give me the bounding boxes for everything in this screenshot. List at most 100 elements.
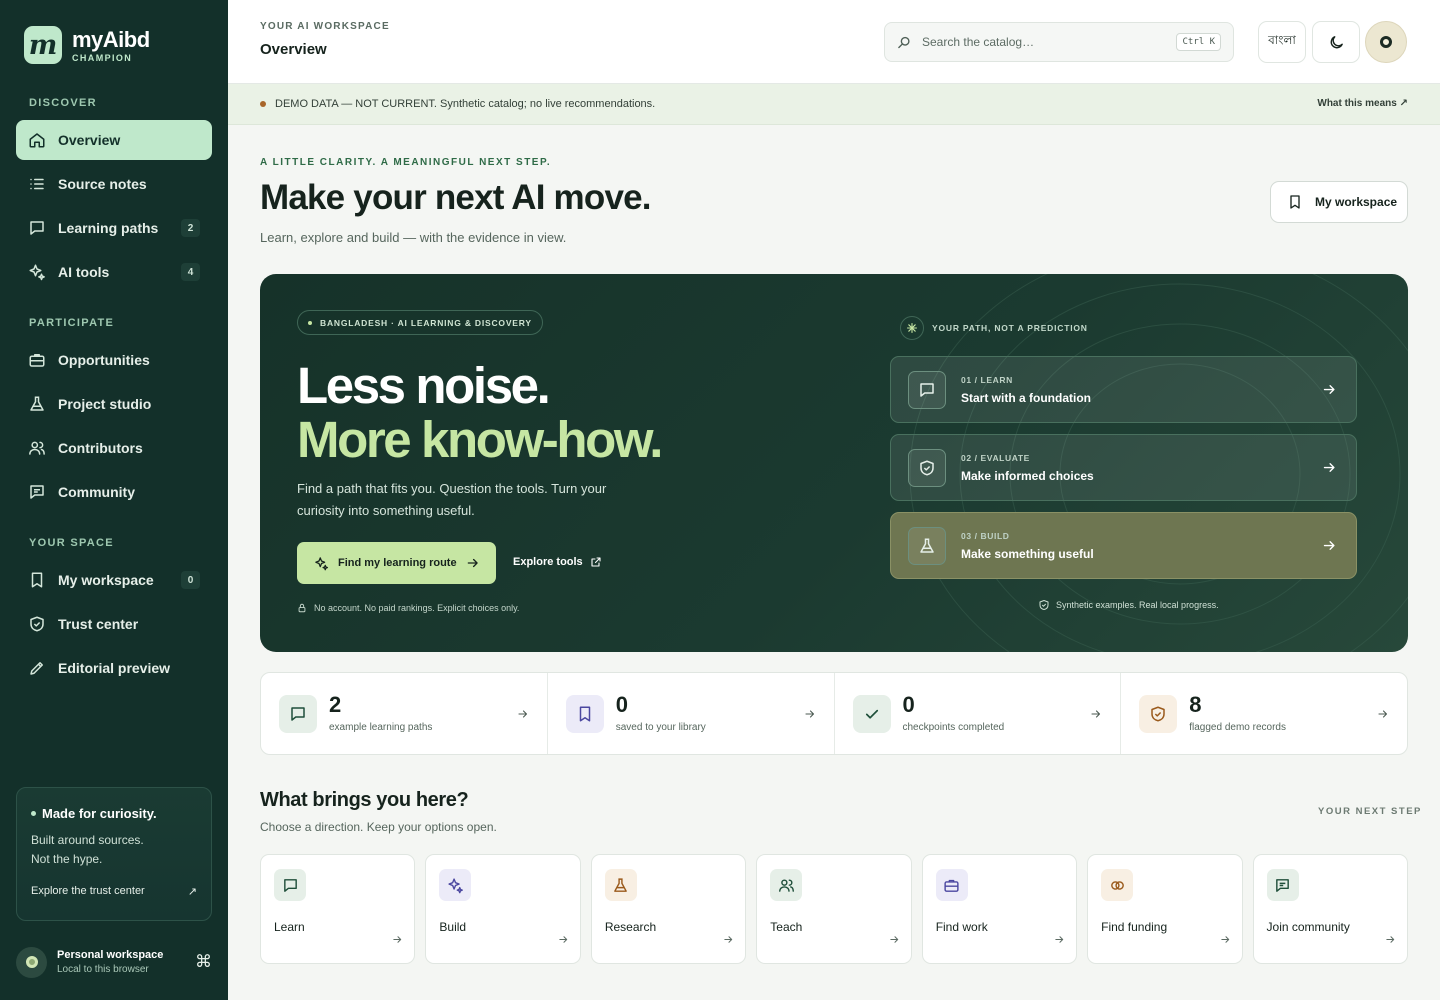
path-step-build[interactable]: 03 / BUILD Make something useful	[890, 512, 1357, 579]
users-icon	[28, 439, 46, 457]
briefcase-icon	[935, 869, 968, 901]
nav-section-discover: DISCOVER	[29, 97, 97, 109]
theme-toggle-button[interactable]	[1312, 21, 1360, 63]
sidebar-item-community[interactable]: Community	[16, 472, 212, 512]
sidebar-item-label: Trust center	[58, 616, 139, 632]
stat-saved[interactable]: 0 saved to your library	[548, 673, 835, 754]
coins-icon	[1101, 869, 1134, 901]
search-box[interactable]: Ctrl K	[884, 22, 1234, 62]
flask-icon	[28, 395, 46, 413]
sidebar-item-overview[interactable]: Overview	[16, 120, 212, 160]
brand[interactable]: m myAibd CHAMPION	[24, 26, 150, 64]
stats-strip: 2 example learning paths 0 saved to your…	[260, 672, 1408, 755]
sidebar-item-ai-tools[interactable]: AI tools 4	[16, 252, 212, 292]
path-step-evaluate[interactable]: 02 / EVALUATE Make informed choices	[890, 434, 1357, 501]
direction-card-build[interactable]: Build	[425, 854, 581, 964]
stat-label: flagged demo records	[1189, 722, 1286, 733]
briefcase-icon	[28, 351, 46, 369]
direction-label: Find funding	[1101, 920, 1168, 934]
path-step-learn[interactable]: 01 / LEARN Start with a foundation	[890, 356, 1357, 423]
curiosity-title: Made for curiosity.	[42, 806, 157, 821]
path-step-title: Start with a foundation	[961, 390, 1091, 405]
directions-title: What brings you here?	[260, 789, 469, 811]
sidebar-item-trust-center[interactable]: Trust center	[16, 604, 212, 644]
curiosity-card: Made for curiosity. Built around sources…	[16, 787, 212, 921]
search-input[interactable]	[922, 35, 1177, 49]
header-eyebrow: YOUR AI WORKSPACE	[260, 21, 390, 32]
command-icon[interactable]: ⌘	[195, 952, 212, 972]
arrow-right-icon	[1377, 708, 1389, 720]
stat-checkpoints[interactable]: 0 checkpoints completed	[835, 673, 1122, 754]
path-step-number: 03 / BUILD	[961, 530, 1010, 541]
curiosity-line-2: Not the hype.	[31, 852, 103, 866]
arrow-right-icon	[723, 934, 734, 945]
moon-icon	[1328, 34, 1345, 51]
sidebar: m myAibd CHAMPION DISCOVER Overview Sour…	[0, 0, 228, 1000]
warning-dot	[260, 101, 266, 107]
arrow-right-icon	[1385, 934, 1396, 945]
find-learning-route-button[interactable]: Find my learning route	[297, 542, 496, 584]
brand-subtitle: CHAMPION	[72, 52, 133, 63]
sidebar-item-project-studio[interactable]: Project studio	[16, 384, 212, 424]
shield-check-icon	[1139, 694, 1178, 733]
sparkle-icon	[28, 263, 46, 281]
stat-value: 0	[615, 692, 628, 717]
direction-card-find-funding[interactable]: Find funding	[1087, 854, 1243, 964]
sidebar-item-my-workspace[interactable]: My workspace 0	[16, 560, 212, 600]
personal-workspace[interactable]: Personal workspace Local to this browser…	[16, 944, 212, 980]
explore-tools-label: Explore tools	[513, 556, 583, 568]
arrow-right-icon	[1322, 538, 1337, 553]
demo-data-banner: DEMO DATA — NOT CURRENT. Synthetic catal…	[228, 84, 1440, 125]
stat-learning-paths[interactable]: 2 example learning paths	[261, 673, 548, 754]
sidebar-item-label: Learning paths	[58, 220, 159, 236]
path-step-number: 01 / LEARN	[961, 374, 1013, 385]
asterisk-icon	[900, 316, 924, 340]
hero-footnote-text: Synthetic examples. Real local progress.	[1056, 600, 1219, 610]
directions-subtitle: Choose a direction. Keep your options op…	[260, 820, 497, 834]
hero-headline-1: Less noise.	[297, 357, 551, 414]
direction-card-join-community[interactable]: Join community	[1252, 854, 1408, 964]
bookmark-icon	[28, 571, 46, 589]
shield-check-icon	[28, 615, 46, 633]
direction-card-teach[interactable]: Teach	[756, 854, 912, 964]
path-step-title: Make something useful	[961, 546, 1094, 561]
sidebar-item-opportunities[interactable]: Opportunities	[16, 340, 212, 380]
stat-flagged[interactable]: 8 flagged demo records	[1121, 673, 1407, 754]
shield-check-icon	[1038, 599, 1050, 611]
explore-tools-link[interactable]: Explore tools	[513, 556, 602, 568]
hero-headline-2: More know-how.	[297, 411, 663, 468]
brand-name: myAibd	[72, 26, 150, 52]
count-badge: 0	[181, 571, 200, 589]
arrow-right-icon	[558, 934, 569, 945]
sparkle-icon	[314, 556, 329, 571]
direction-label: Join community	[1266, 920, 1350, 934]
arrow-right-icon	[517, 708, 529, 720]
sidebar-item-editorial-preview[interactable]: Editorial preview	[16, 648, 212, 688]
arrow-right-icon	[392, 934, 403, 945]
trust-center-link[interactable]: Explore the trust center ↗	[31, 885, 197, 898]
direction-card-learn[interactable]: Learn	[260, 854, 416, 964]
path-step-title: Make informed choices	[961, 468, 1094, 483]
hero-note-text: No account. No paid rankings. Explicit c…	[314, 603, 520, 613]
my-workspace-button[interactable]: My workspace	[1270, 181, 1408, 223]
language-button[interactable]: বাংলা	[1258, 21, 1306, 63]
direction-label: Learn	[274, 920, 305, 934]
nav-section-your-space: YOUR SPACE	[29, 537, 114, 549]
user-avatar[interactable]	[1365, 21, 1407, 63]
path-label-text: YOUR PATH, NOT A PREDICTION	[932, 323, 1088, 333]
sidebar-item-label: Source notes	[58, 176, 147, 192]
external-link-icon	[590, 556, 602, 568]
curiosity-line-1: Built around sources.	[31, 833, 144, 847]
sidebar-item-contributors[interactable]: Contributors	[16, 428, 212, 468]
direction-card-find-work[interactable]: Find work	[921, 854, 1078, 964]
sidebar-item-learning-paths[interactable]: Learning paths 2	[16, 208, 212, 248]
bookmark-icon	[565, 694, 604, 733]
next-step-label: YOUR NEXT STEP	[1318, 806, 1422, 817]
hero-body: Find a path that fits you. Question the …	[297, 481, 607, 518]
direction-cards: Learn Build Research Teach Find work Fin…	[260, 854, 1408, 964]
nav-section-participate: PARTICIPATE	[29, 317, 115, 329]
sidebar-item-source-notes[interactable]: Source notes	[16, 164, 212, 204]
direction-card-research[interactable]: Research	[590, 854, 747, 964]
what-this-means-link[interactable]: What this means ↗	[1317, 98, 1408, 109]
arrow-right-icon	[889, 934, 900, 945]
